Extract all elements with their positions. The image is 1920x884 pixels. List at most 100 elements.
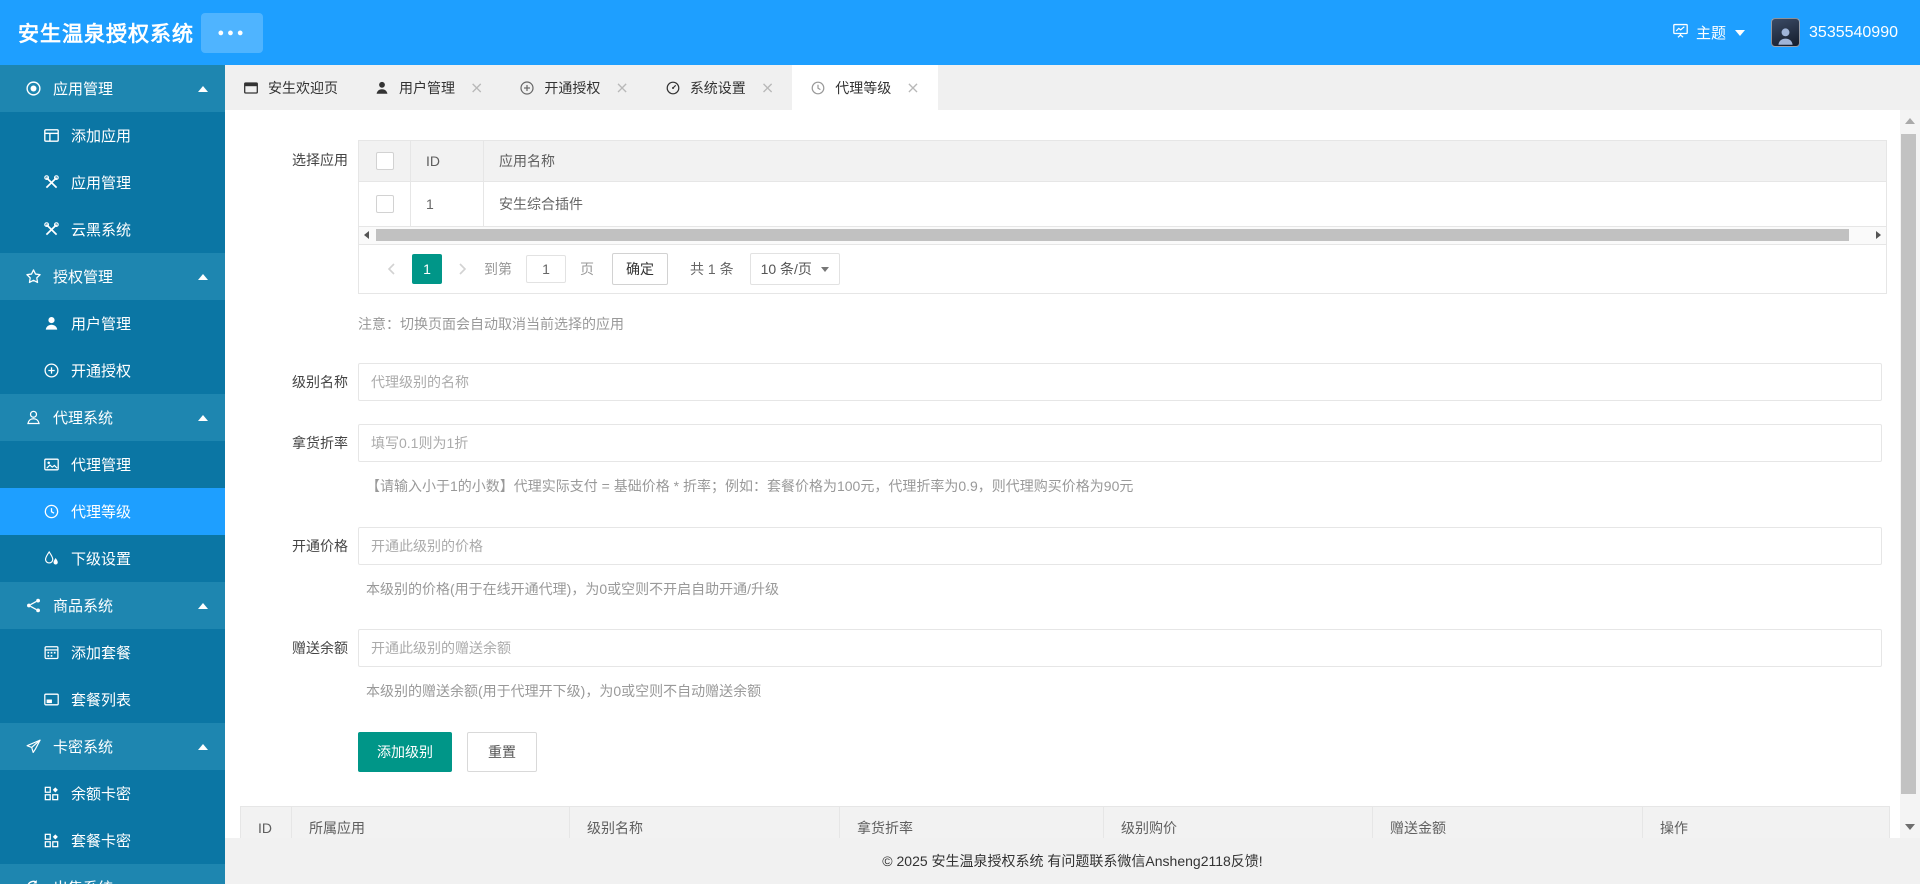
user-outline-icon [25, 409, 42, 426]
tab-user-management[interactable]: 用户管理 × [356, 65, 501, 110]
prev-page-icon[interactable] [384, 261, 400, 277]
next-page-icon[interactable] [454, 261, 470, 277]
sidebar-item-package-cards[interactable]: 套餐卡密 [0, 817, 225, 864]
sidebar-nav: 应用管理 添加应用 应用管理 云黑系统 授权管理 用户管理 开通授权 代理系统 … [0, 65, 225, 884]
theme-label: 主题 [1696, 25, 1727, 42]
scroll-right-icon[interactable] [1876, 231, 1881, 239]
column-header-owner-app: 所属应用 [292, 807, 570, 838]
table-h-scrollbar[interactable] [359, 227, 1886, 245]
discount-rate-input[interactable] [358, 424, 1882, 462]
user-icon [43, 315, 60, 332]
sidebar-item-user-management[interactable]: 用户管理 [0, 300, 225, 347]
sidebar-item-label: 应用管理 [53, 81, 114, 98]
sidebar-item-agent-level[interactable]: 代理等级 [0, 488, 225, 535]
gift-balance-input[interactable] [358, 629, 1882, 667]
page-size-value: 10 条/页 [760, 261, 812, 277]
pagination: 1 到第 页 确定 共 1 条 10 条/页 [359, 245, 1886, 293]
confirm-page-button[interactable]: 确定 [612, 253, 668, 285]
tab-bar: 安生欢迎页 用户管理 × 开通授权 × 系统设置 × 代理等级 × [225, 65, 1920, 110]
select-app-note: 注意：切换页面会自动取消当前选择的应用 [358, 316, 624, 332]
close-icon[interactable]: × [615, 79, 628, 96]
level-table-header-row: ID 所属应用 级别名称 拿货折率 级别购价 赠送金额 操作 [241, 807, 1889, 838]
sidebar-item-package-list[interactable]: 套餐列表 [0, 676, 225, 723]
sidebar-item-agent-system-group[interactable]: 代理系统 [0, 394, 225, 441]
sidebar-item-add-app[interactable]: 添加应用 [0, 112, 225, 159]
add-level-button[interactable]: 添加级别 [358, 732, 452, 772]
username[interactable]: 3535540990 [1809, 24, 1898, 42]
current-page-button[interactable]: 1 [412, 254, 442, 284]
history-icon [810, 80, 826, 96]
chevron-up-icon [198, 415, 208, 421]
page-size-select[interactable]: 10 条/页 [749, 253, 840, 285]
sidebar-item-label: 套餐卡密 [71, 833, 132, 850]
select-app-label: 选择应用 [292, 152, 348, 168]
theme-dropdown[interactable]: 主题 [1672, 22, 1746, 43]
tab-open-auth[interactable]: 开通授权 × [501, 65, 646, 110]
close-icon[interactable]: × [906, 79, 919, 96]
tools-icon [43, 174, 60, 191]
sidebar-item-label: 代理管理 [71, 457, 132, 474]
chevron-up-icon [198, 274, 208, 280]
sidebar-item-sales-system-group[interactable]: 出售系统 [0, 864, 225, 884]
sidebar-item-open-auth[interactable]: 开通授权 [0, 347, 225, 394]
goto-page-input[interactable] [526, 255, 566, 283]
tab-label: 用户管理 [399, 79, 455, 96]
select-all-checkbox[interactable] [375, 152, 394, 170]
table-row[interactable]: 1 安生综合插件 [359, 182, 1886, 227]
goto-page-label: 到第 [484, 261, 512, 277]
sidebar-collapse-button[interactable]: ●●● [201, 13, 263, 53]
main-v-scrollbar[interactable] [1900, 110, 1920, 838]
tab-system-settings[interactable]: 系统设置 × [647, 65, 792, 110]
column-header-id: ID [241, 807, 292, 838]
tab-welcome[interactable]: 安生欢迎页 [225, 65, 356, 110]
sidebar-item-label: 开通授权 [71, 363, 132, 380]
column-header-actions: 操作 [1660, 820, 1688, 836]
scroll-up-icon[interactable] [1905, 118, 1915, 124]
chevron-down-icon [1735, 29, 1746, 36]
open-price-label: 开通价格 [292, 538, 348, 554]
close-icon[interactable]: × [470, 79, 483, 96]
sidebar-item-add-package[interactable]: 添加套餐 [0, 629, 225, 676]
sidebar-item-card-system-group[interactable]: 卡密系统 [0, 723, 225, 770]
close-icon[interactable]: × [761, 79, 774, 96]
sidebar-item-label: 下级设置 [71, 551, 132, 568]
tab-label: 系统设置 [689, 79, 746, 96]
user-icon [374, 80, 390, 96]
form-buttons: 添加级别 重置 [358, 732, 537, 772]
level-name-input[interactable] [358, 363, 1882, 401]
sidebar-item-label: 代理等级 [71, 504, 132, 521]
gift-balance-label: 赠送余额 [292, 640, 348, 656]
main-content: 选择应用 ID 应用名称 1 安生综合插件 1 到第 页 确定 共 1 条 [225, 110, 1900, 838]
window-add-icon [43, 127, 60, 144]
blocks-icon [43, 832, 60, 849]
sidebar-item-app-management[interactable]: 应用管理 [0, 159, 225, 206]
column-header-app-name: 应用名称 [499, 153, 555, 169]
row-checkbox-cell [359, 182, 411, 226]
open-price-input[interactable] [358, 527, 1882, 565]
avatar[interactable] [1771, 18, 1801, 47]
row-id: 1 [411, 182, 484, 226]
app-title: 安生温泉授权系统 [18, 22, 194, 46]
reset-button[interactable]: 重置 [467, 732, 537, 772]
sidebar-item-app-management-group[interactable]: 应用管理 [0, 65, 225, 112]
sidebar-item-label: 商品系统 [53, 598, 114, 615]
sidebar-item-balance-cards[interactable]: 余额卡密 [0, 770, 225, 817]
h-scrollbar-thumb[interactable] [376, 229, 1849, 241]
sidebar-item-cloud-blacklist[interactable]: 云黑系统 [0, 206, 225, 253]
sidebar-item-agent-management[interactable]: 代理管理 [0, 441, 225, 488]
sidebar-item-auth-management-group[interactable]: 授权管理 [0, 253, 225, 300]
page-footer: © 2025 安生温泉授权系统 有问题联系微信Ansheng2118反馈! [225, 838, 1920, 884]
row-checkbox[interactable] [375, 195, 394, 213]
window-icon [43, 691, 60, 708]
select-app-table: ID 应用名称 1 安生综合插件 1 到第 页 确定 共 1 条 10 条/页 [358, 140, 1887, 294]
tab-agent-level[interactable]: 代理等级 × [792, 65, 938, 110]
scroll-left-icon[interactable] [364, 231, 369, 239]
gift-balance-hint: 本级别的赠送余额(用于代理开下级)，为0或空则不自动赠送余额 [366, 683, 762, 699]
discount-rate-label: 拿货折率 [292, 435, 348, 451]
v-scrollbar-thumb[interactable] [1901, 134, 1916, 794]
top-header: 安生温泉授权系统 ●●● 主题 3535540990 [0, 0, 1920, 65]
scroll-down-icon[interactable] [1905, 824, 1915, 830]
sidebar-item-subordinate-settings[interactable]: 下级设置 [0, 535, 225, 582]
sidebar-item-goods-system-group[interactable]: 商品系统 [0, 582, 225, 629]
sidebar-item-label: 余额卡密 [71, 786, 132, 803]
